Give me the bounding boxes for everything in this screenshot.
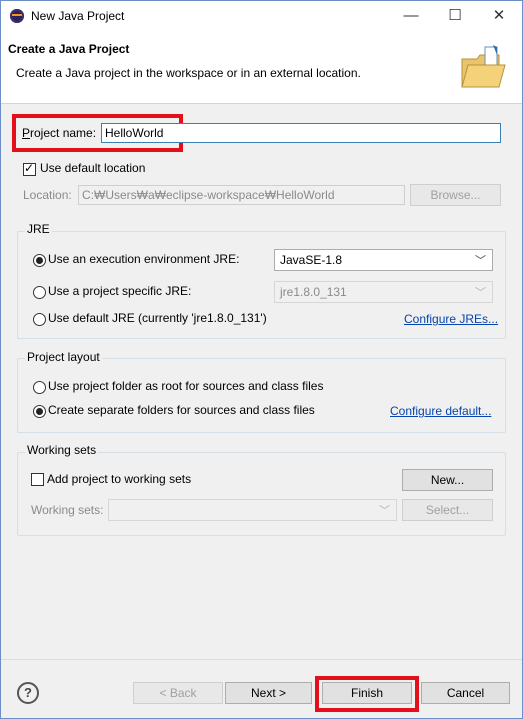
separate-folders-radio[interactable] (33, 405, 46, 418)
execution-env-select[interactable]: JavaSE-1.8 ﹀ (274, 249, 493, 271)
project-root-label: Use project folder as root for sources a… (48, 379, 324, 393)
default-jre-label: Use default JRE (currently 'jre1.8.0_131… (48, 311, 267, 325)
back-button[interactable]: < Back (133, 682, 223, 704)
project-layout-group-title: Project layout (25, 350, 102, 364)
window-title: New Java Project (31, 9, 125, 23)
wizard-header: Create a Java Project Create a Java proj… (1, 31, 522, 104)
eclipse-app-icon (10, 9, 24, 23)
execution-env-value: JavaSE-1.8 (280, 253, 343, 267)
dropdown-arrow-icon: ﹀ (475, 255, 486, 267)
location-label: Location: (23, 188, 72, 202)
maximize-button[interactable]: ☐ (433, 3, 477, 29)
project-layout-group (17, 358, 506, 433)
working-sets-group (17, 452, 506, 536)
wizard-description: Create a Java project in the workspace o… (16, 66, 361, 80)
title-bar: New Java Project — ☐ ✕ (1, 1, 522, 31)
next-button[interactable]: Next > (225, 682, 312, 704)
wizard-title: Create a Java Project (8, 42, 130, 56)
select-working-sets-button[interactable]: Select... (402, 499, 493, 521)
help-icon[interactable]: ? (17, 682, 39, 704)
execution-env-radio[interactable] (33, 254, 46, 267)
default-jre-radio[interactable] (33, 313, 46, 326)
dialog-window: New Java Project — ☐ ✕ Create a Java Pro… (0, 0, 523, 719)
dropdown-arrow-icon: ﹀ (379, 505, 390, 517)
footer-separator (1, 659, 522, 660)
cancel-button[interactable]: Cancel (421, 682, 510, 704)
jre-group-title: JRE (25, 222, 52, 236)
add-to-working-sets-checkbox[interactable] (31, 473, 44, 486)
project-specific-jre-value: jre1.8.0_131 (280, 285, 347, 299)
execution-env-label: Use an execution environment JRE: (48, 252, 240, 266)
dropdown-arrow-icon: ﹀ (475, 287, 486, 299)
location-input[interactable]: C:₩Users₩a₩eclipse-workspace₩HelloWorld (78, 185, 405, 205)
project-specific-jre-select[interactable]: jre1.8.0_131 ﹀ (274, 281, 493, 303)
finish-button[interactable]: Finish (322, 682, 412, 704)
working-sets-group-title: Working sets (25, 443, 99, 457)
new-working-set-button[interactable]: New... (402, 469, 493, 491)
browse-button[interactable]: Browse... (410, 184, 501, 206)
project-root-radio[interactable] (33, 381, 46, 394)
working-sets-label: Working sets: (31, 503, 104, 517)
project-specific-jre-label: Use a project specific JRE: (48, 284, 192, 298)
project-name-input[interactable]: HelloWorld (101, 123, 501, 143)
use-default-location-checkbox[interactable] (23, 161, 36, 176)
separate-folders-label: Create separate folders for sources and … (48, 403, 315, 417)
use-default-location-label: Use default location (40, 161, 146, 175)
minimize-button[interactable]: — (389, 3, 433, 29)
configure-jres-link[interactable]: Configure JREs... (404, 312, 498, 326)
working-sets-select[interactable]: ﹀ (108, 499, 397, 521)
close-button[interactable]: ✕ (477, 3, 521, 29)
configure-default-link[interactable]: Configure default... (390, 404, 491, 418)
open-folder-icon (461, 45, 506, 88)
project-specific-jre-radio[interactable] (33, 286, 46, 299)
add-to-working-sets-label: Add project to working sets (47, 472, 192, 486)
